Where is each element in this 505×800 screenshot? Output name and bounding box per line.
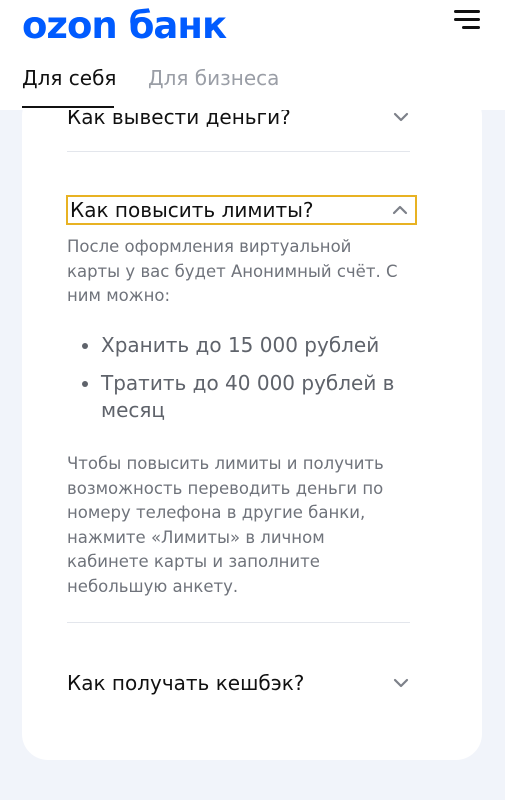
hamburger-menu-icon[interactable] xyxy=(452,10,480,32)
active-tab-indicator xyxy=(22,106,114,108)
bullet-text: Тратить до 40 000 рублей в месяц xyxy=(101,371,395,422)
bullet-text: Хранить до 15 000 рублей xyxy=(101,333,380,357)
list-item: Хранить до 15 000 рублей xyxy=(82,332,402,359)
faq-answer-bullets: Хранить до 15 000 рублей Тратить до 40 0… xyxy=(82,332,402,435)
faq-answer-outro: Чтобы повысить лимиты и получить возможн… xyxy=(67,454,384,596)
ozon-bank-logo[interactable]: ozon банк xyxy=(22,4,227,47)
faq-answer-intro: После оформления виртуальной карты у вас… xyxy=(67,237,398,305)
faq-question: Как получать кешбэк? xyxy=(67,671,305,695)
tab-personal[interactable]: Для себя xyxy=(22,66,116,90)
site-header: ozon банк Для себя Для бизнеса xyxy=(0,0,505,110)
faq-question: Как повысить лимиты? xyxy=(70,198,314,222)
chevron-down-icon xyxy=(392,108,410,126)
faq-divider xyxy=(67,622,410,623)
faq-item-limits[interactable]: Как повысить лимиты? xyxy=(66,195,417,225)
faq-divider xyxy=(67,151,410,152)
faq-item-cashback[interactable]: Как получать кешбэк? xyxy=(67,668,410,698)
chevron-down-icon xyxy=(392,674,410,692)
tab-business[interactable]: Для бизнеса xyxy=(148,66,279,90)
bullet-dot xyxy=(82,343,88,349)
bullet-dot xyxy=(82,381,88,387)
chevron-up-icon xyxy=(391,201,409,219)
list-item: Тратить до 40 000 рублей в месяц xyxy=(82,370,402,424)
